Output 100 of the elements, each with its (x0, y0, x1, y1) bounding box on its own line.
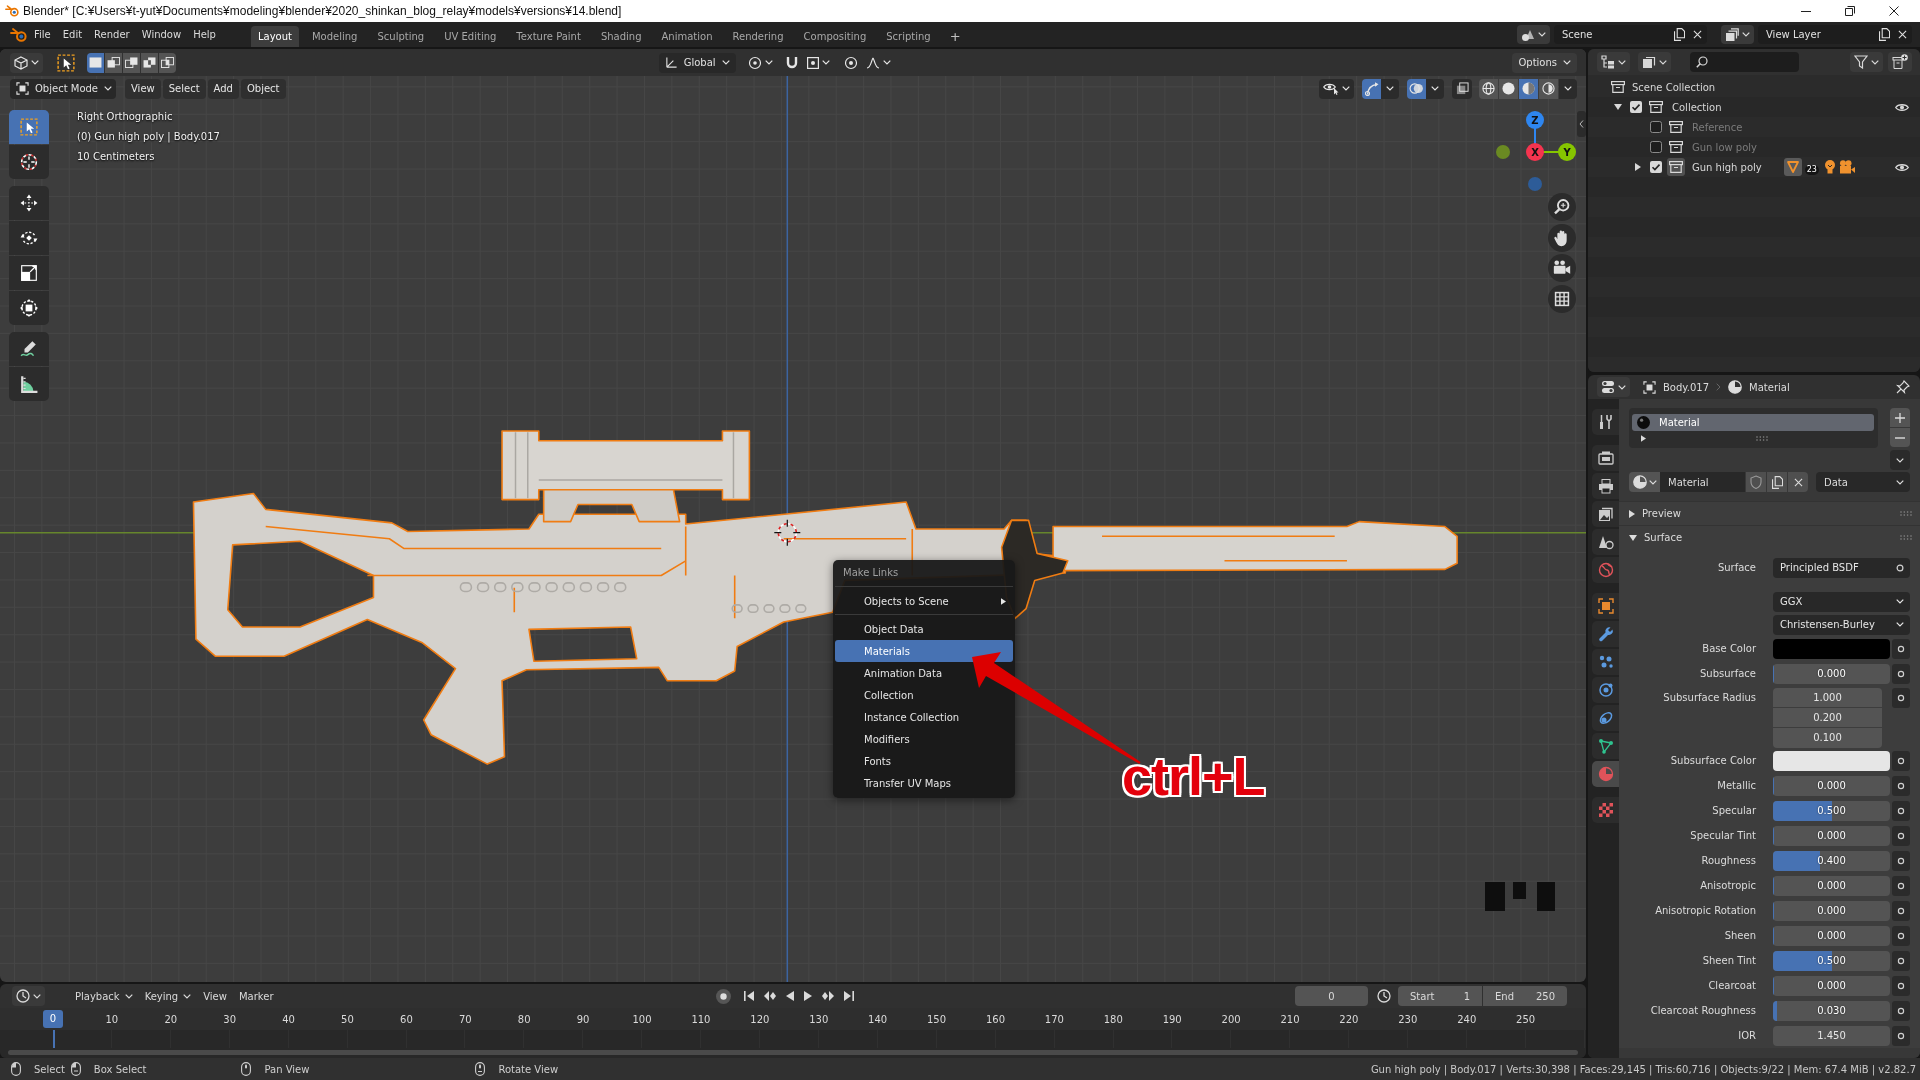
orientation-dropdown[interactable]: Global (658, 52, 736, 73)
mode-dropdown[interactable]: Object Mode (10, 78, 116, 99)
properties-tab[interactable] (1592, 705, 1619, 731)
outliner-item[interactable]: Scene Collection (1632, 81, 1716, 93)
view-layer-field[interactable]: View Layer (1758, 25, 1912, 44)
ring-icon[interactable] (1892, 775, 1910, 796)
disclosure-triangle-icon[interactable] (1629, 509, 1635, 518)
menu-item[interactable]: Animation Data (835, 662, 1013, 684)
options-dropdown[interactable]: Options (1512, 52, 1577, 73)
unlink-button[interactable] (1788, 472, 1808, 492)
archive-box-icon[interactable] (1611, 80, 1625, 94)
scrollbar[interactable] (8, 1050, 1578, 1055)
ring-icon[interactable] (1892, 825, 1910, 846)
current-frame-field[interactable]: 0 (1295, 986, 1368, 1006)
workspace-tab[interactable]: Sculpting (370, 26, 432, 47)
archive-box-icon[interactable] (1667, 158, 1685, 176)
menu-item[interactable]: Add (207, 78, 239, 99)
view-layer-browse-button[interactable] (1721, 25, 1754, 44)
workspace-tab[interactable]: Texture Paint (509, 26, 588, 47)
archive-box-icon[interactable] (1649, 100, 1663, 114)
duplicate-icon[interactable] (1674, 28, 1685, 41)
slider-field[interactable]: 0.000 (1773, 875, 1890, 896)
workspace-tab[interactable]: Scripting (879, 26, 938, 47)
ring-icon[interactable] (1892, 687, 1910, 708)
pin-icon[interactable] (1896, 380, 1910, 394)
end-frame-field[interactable]: End 250 (1483, 986, 1567, 1006)
menu-item[interactable]: Keying (138, 986, 198, 1006)
properties-tab[interactable] (1592, 677, 1619, 703)
workspace-tab[interactable]: UV Editing (437, 26, 504, 47)
material-name-field[interactable]: Material (1660, 472, 1745, 492)
hand-icon[interactable] (1548, 223, 1576, 252)
previous-keyframe-icon[interactable] (763, 991, 776, 1001)
properties-tab[interactable] (1592, 529, 1619, 555)
next-keyframe-icon[interactable] (821, 991, 834, 1001)
properties-tab[interactable] (1592, 593, 1619, 619)
checkbox[interactable] (1649, 161, 1662, 173)
slider-field[interactable]: 0.500 (1773, 800, 1890, 821)
ring-icon[interactable] (1892, 950, 1910, 971)
menu-item[interactable]: Materials (835, 640, 1013, 662)
color-swatch[interactable] (1773, 638, 1890, 659)
browse-material-button[interactable] (1629, 472, 1660, 492)
start-frame-field[interactable]: Start 1 (1398, 986, 1482, 1006)
scene-browse-button[interactable] (1517, 25, 1550, 44)
eye-icon[interactable] (1895, 102, 1909, 112)
resize-grip-icon[interactable] (1756, 435, 1768, 441)
view-layer-filter-button[interactable] (1638, 52, 1671, 72)
workspace-tab[interactable]: Layout (250, 26, 299, 47)
close-icon[interactable] (1889, 6, 1899, 16)
slider-field[interactable]: 0.000 (1773, 975, 1890, 996)
gizmo-toggle[interactable] (1362, 78, 1381, 99)
shading-mode-button[interactable] (1499, 78, 1518, 99)
restore-icon[interactable] (1845, 6, 1855, 16)
color-swatch[interactable] (1773, 750, 1890, 771)
duplicate-icon[interactable] (1879, 28, 1890, 41)
jump-to-end-icon[interactable] (843, 991, 854, 1001)
sidebar-toggle-icon[interactable] (1577, 111, 1586, 137)
checkbox[interactable] (1629, 101, 1642, 113)
outliner-item[interactable]: Collection (1672, 101, 1722, 113)
slider-field[interactable]: 0.500 (1773, 950, 1890, 971)
scene-field[interactable]: Scene (1554, 25, 1707, 44)
slider-field[interactable]: 0.000 (1773, 825, 1890, 846)
tool-button[interactable] (9, 221, 49, 255)
ring-icon[interactable] (1892, 750, 1910, 771)
editor-type-button[interactable] (1597, 377, 1630, 397)
tool-button[interactable] (9, 186, 49, 220)
dropdown-field[interactable]: Christensen-Burley (1773, 614, 1910, 635)
menu-item[interactable]: Render (88, 24, 136, 45)
selection-mode-button[interactable] (123, 52, 140, 73)
dropdown-field[interactable]: GGX (1773, 591, 1910, 612)
slider-field[interactable]: 0.030 (1773, 1000, 1890, 1021)
menu-item[interactable]: Playback (69, 986, 139, 1006)
editor-type-button[interactable] (12, 986, 45, 1006)
archive-box-icon[interactable] (1669, 140, 1683, 154)
menu-item[interactable]: Fonts (835, 750, 1013, 772)
visibility-button[interactable] (1319, 78, 1354, 99)
menu-item[interactable]: Edit (56, 24, 89, 45)
properties-tab[interactable] (1592, 733, 1619, 759)
properties-tab[interactable] (1592, 409, 1619, 435)
ring-icon[interactable] (1892, 975, 1910, 996)
selection-mode-button[interactable] (105, 52, 122, 73)
new-collection-button[interactable] (1888, 52, 1912, 72)
slider-field[interactable]: 0.000 (1773, 925, 1890, 946)
eye-icon[interactable] (1895, 162, 1909, 172)
axis-handle[interactable]: X (1526, 143, 1544, 161)
search-field[interactable] (1690, 52, 1799, 72)
drag-handle-icon[interactable] (1900, 511, 1912, 516)
properties-tab[interactable] (1592, 501, 1619, 527)
slot-menu-button[interactable] (1890, 450, 1910, 470)
number-field[interactable]: 1.000 (1773, 687, 1882, 708)
link-dropdown[interactable]: Data (1816, 472, 1910, 492)
menu-item[interactable]: Help (187, 24, 222, 45)
tool-button[interactable] (9, 256, 49, 290)
menu-item[interactable]: Object Data (835, 618, 1013, 640)
tool-button[interactable] (9, 145, 49, 179)
checkbox[interactable] (1649, 141, 1662, 153)
number-field[interactable]: 0.100 (1773, 727, 1882, 748)
menu-item[interactable]: File (28, 24, 57, 45)
ring-icon[interactable] (1892, 638, 1910, 659)
number-field[interactable]: 1.450 (1773, 1025, 1890, 1046)
shading-mode-button[interactable] (1519, 78, 1538, 99)
